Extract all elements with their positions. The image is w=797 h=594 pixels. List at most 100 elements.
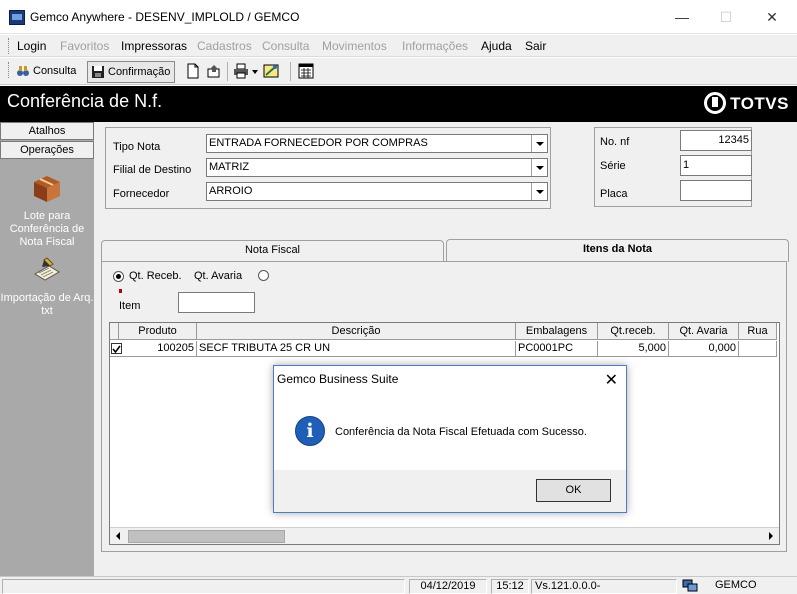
qt-receb-label: Qt. Receb. (129, 270, 182, 282)
item-field[interactable] (178, 292, 255, 313)
fornecedor-label: Fornecedor (113, 188, 170, 200)
chevron-down-icon[interactable] (531, 135, 547, 152)
filial-value: MATRIZ (209, 161, 250, 173)
placa-label: Placa (600, 188, 628, 200)
consulta-button[interactable]: Consulta (13, 61, 81, 83)
no-nf-field[interactable]: 12345 (680, 130, 752, 151)
toolbar-grip (8, 62, 11, 78)
nota-group: Tipo Nota ENTRADA FORNECEDOR POR COMPRAS… (105, 127, 551, 209)
row-checkbox[interactable] (111, 343, 122, 354)
brand-name: TOTVS (730, 94, 789, 113)
menu-informacoes[interactable]: Informações (402, 39, 468, 53)
info-icon: i (295, 416, 325, 446)
totvs-logo-icon (704, 92, 727, 114)
menu-consulta[interactable]: Consulta (262, 39, 309, 53)
status-message-cell (2, 579, 405, 594)
col-qt-avaria[interactable]: Qt. Avaria (669, 323, 739, 340)
status-time: 15:12 (491, 579, 529, 594)
menu-login[interactable]: Login (17, 39, 46, 53)
nf-group: No. nf 12345 Série 1 Placa (594, 127, 752, 207)
menu-impressoras[interactable]: Impressoras (121, 39, 187, 53)
embalagens-cell: PC0001PC (516, 341, 598, 357)
serie-label: Série (600, 160, 626, 172)
box-icon (34, 176, 60, 202)
config-tool-icon[interactable] (263, 63, 279, 79)
sidebar-item-importacao[interactable]: Importação de Arq. txt (0, 254, 94, 318)
sidebar-item-label: Importação de Arq. txt (0, 292, 94, 317)
status-bar: 04/12/2019 15:12 Vs.121.0.0.0-SP3.00.27c… (0, 576, 797, 594)
export-icon[interactable] (206, 63, 222, 79)
filial-select[interactable]: MATRIZ (206, 158, 548, 177)
brand-logo: TOTVS (704, 92, 789, 114)
qt-avaria-radio[interactable] (258, 270, 269, 281)
col-rua[interactable]: Rua (739, 323, 777, 340)
check-icon (112, 345, 121, 354)
qt-avaria-cell[interactable]: 0,000 (669, 341, 739, 357)
binoculars-icon (17, 66, 29, 76)
status-date: 04/12/2019 (409, 579, 487, 594)
col-produto[interactable]: Produto (119, 323, 197, 340)
fornecedor-select[interactable]: ARROIO (206, 182, 548, 201)
calendar-icon[interactable] (298, 63, 314, 79)
col-embalagens[interactable]: Embalagens (516, 323, 598, 340)
app-icon (9, 10, 25, 25)
scroll-thumb[interactable] (128, 530, 285, 543)
network-icon (682, 579, 698, 592)
qt-receb-cell[interactable]: 5,000 (598, 341, 669, 357)
ok-button[interactable]: OK (536, 479, 611, 502)
row-select-cell[interactable]: 100205 (110, 341, 197, 357)
horizontal-scrollbar[interactable] (110, 527, 779, 544)
col-qt-receb[interactable]: Qt.receb. (598, 323, 669, 340)
confirmacao-button[interactable]: Confirmação (87, 61, 175, 83)
toolbar: Consulta Confirmação (0, 58, 797, 85)
close-icon[interactable]: ✕ (605, 370, 618, 390)
menu-bar: Login Favoritos Impressoras Cadastros Co… (0, 35, 797, 57)
rua-cell[interactable] (739, 341, 777, 357)
tipo-nota-label: Tipo Nota (113, 141, 161, 153)
document-pen-icon (34, 257, 60, 281)
menu-cadastros[interactable]: Cadastros (197, 39, 252, 53)
save-icon (92, 66, 104, 78)
page-header: Conferência de N.f. TOTVS (0, 86, 797, 122)
chevron-left-icon (116, 532, 120, 540)
dialog-title: Gemco Business Suite (277, 372, 399, 386)
col-descricao[interactable]: Descrição (197, 323, 516, 340)
chevron-down-icon[interactable] (531, 159, 547, 176)
dialog-body: i Conferência da Nota Fiscal Efetuada co… (274, 394, 626, 470)
menu-sair[interactable]: Sair (525, 39, 546, 53)
tipo-nota-value: ENTRADA FORNECEDOR POR COMPRAS (209, 137, 428, 149)
serie-field[interactable]: 1 (680, 155, 752, 176)
required-marker (119, 289, 122, 293)
scroll-right-arrow[interactable] (762, 528, 779, 544)
print-icon[interactable] (233, 63, 249, 79)
tipo-nota-select[interactable]: ENTRADA FORNECEDOR POR COMPRAS (206, 134, 548, 153)
qt-receb-radio[interactable] (113, 271, 124, 282)
menu-grip (8, 38, 11, 54)
grid-corner (110, 323, 119, 340)
fornecedor-value: ARROIO (209, 185, 253, 197)
menu-favoritos[interactable]: Favoritos (60, 39, 109, 53)
tab-nota-fiscal[interactable]: Nota Fiscal (101, 240, 444, 261)
dialog-title-bar: Gemco Business Suite ✕ (274, 366, 626, 394)
close-button[interactable]: ✕ (757, 6, 787, 28)
tab-itens-da-nota[interactable]: Itens da Nota (446, 239, 789, 262)
dialog-message: Conferência da Nota Fiscal Efetuada com … (335, 426, 587, 438)
chevron-right-icon (769, 532, 773, 540)
menu-movimentos[interactable]: Movimentos (322, 39, 387, 53)
message-dialog: Gemco Business Suite ✕ i Conferência da … (273, 365, 627, 513)
menu-ajuda[interactable]: Ajuda (481, 39, 512, 53)
chevron-down-icon[interactable] (251, 63, 259, 79)
sidebar: Atalhos Operações Lote para Conferência … (0, 122, 94, 576)
placa-field[interactable] (680, 180, 752, 201)
tab-atalhos[interactable]: Atalhos (0, 122, 94, 140)
no-nf-label: No. nf (600, 136, 630, 148)
chevron-down-icon[interactable] (531, 183, 547, 200)
new-document-icon[interactable] (185, 63, 201, 79)
scroll-left-arrow[interactable] (110, 528, 127, 544)
item-label: Item (119, 300, 141, 312)
toolbar-separator (227, 62, 228, 81)
tab-operacoes[interactable]: Operações (0, 141, 94, 159)
maximize-button[interactable]: ☐ (711, 6, 741, 28)
sidebar-item-lote[interactable]: Lote para Conferência de Nota Fiscal (0, 170, 94, 249)
minimize-button[interactable]: — (667, 6, 697, 28)
